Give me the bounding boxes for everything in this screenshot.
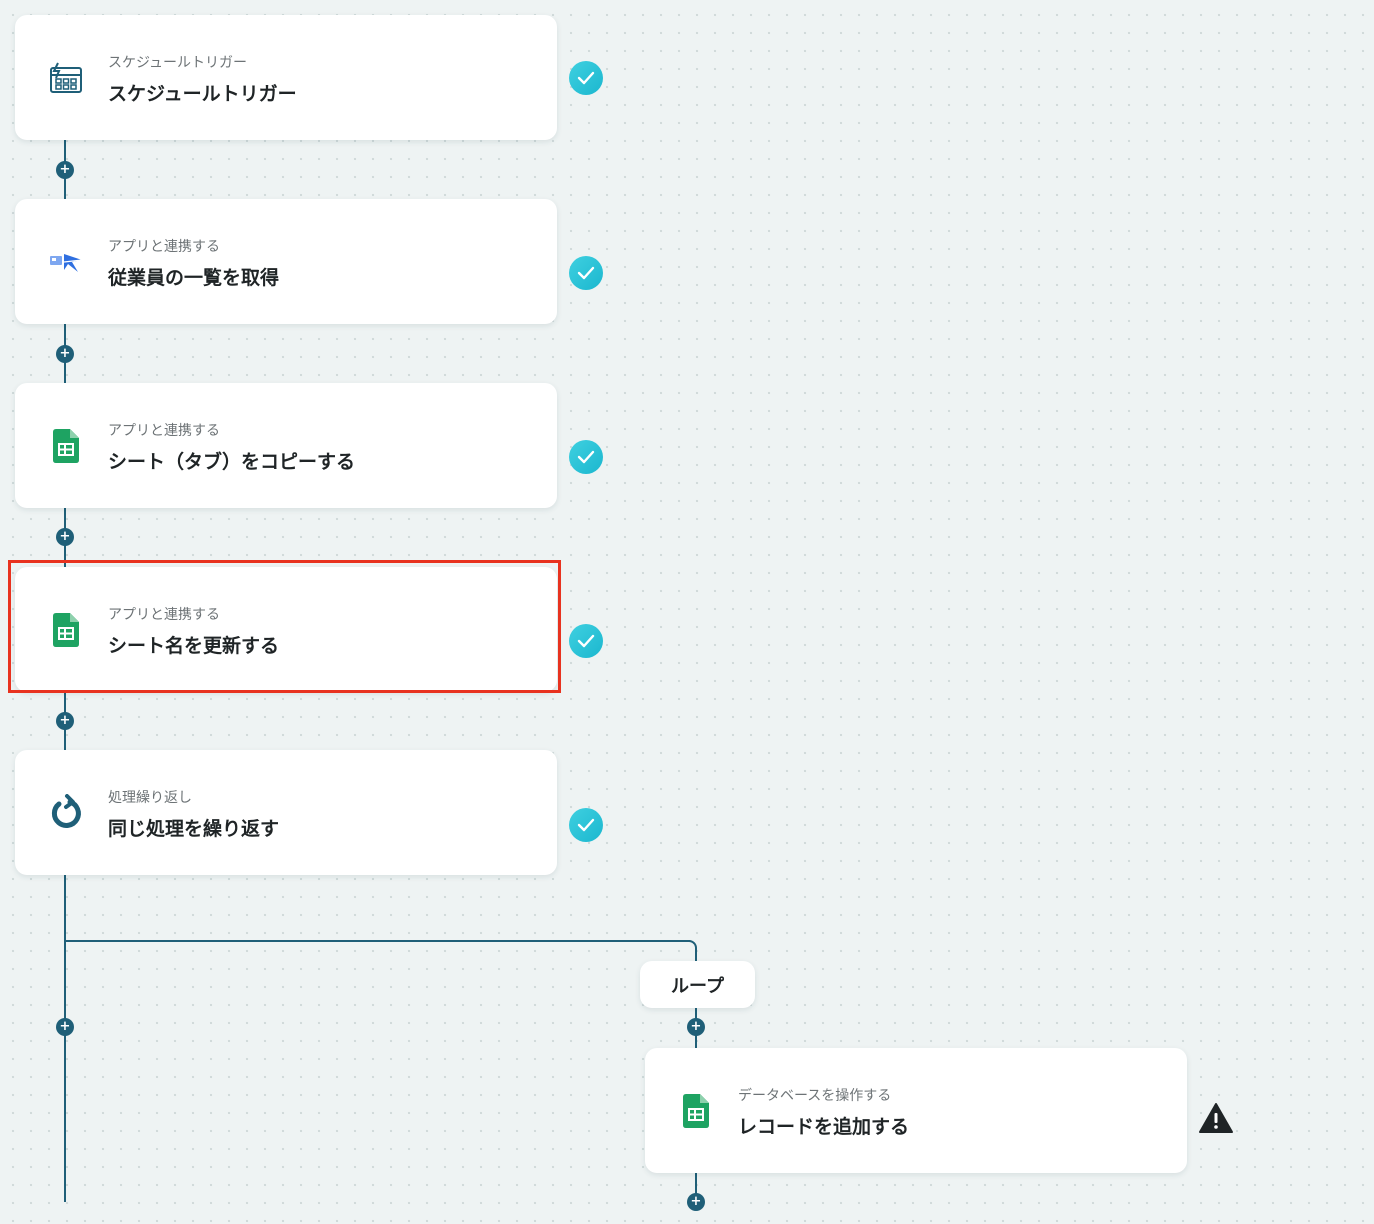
step-card-copy-sheet[interactable]: アプリと連携する シート（タブ）をコピーする: [15, 383, 557, 508]
loop-label: ループ: [640, 961, 755, 1008]
check-icon: [569, 624, 603, 658]
step-subtitle: アプリと連携する: [108, 423, 220, 439]
step-title: 同じ処理を繰り返す: [108, 818, 280, 840]
add-step-button[interactable]: +: [56, 1018, 74, 1036]
add-step-button[interactable]: +: [56, 528, 74, 546]
google-sheets-icon: [47, 611, 85, 649]
step-title: レコードを追加する: [738, 1116, 910, 1138]
schedule-calendar-icon: [47, 59, 85, 97]
step-subtitle: アプリと連携する: [108, 239, 220, 255]
google-sheets-icon: [677, 1092, 715, 1130]
step-card-loop[interactable]: 処理繰り返し 同じ処理を繰り返す: [15, 750, 557, 875]
add-step-button[interactable]: +: [56, 161, 74, 179]
check-icon: [569, 808, 603, 842]
step-subtitle: 処理繰り返し: [108, 790, 192, 806]
warning-icon: [1198, 1102, 1234, 1134]
loop-arrow-icon: [47, 794, 85, 832]
step-title: 従業員の一覧を取得: [108, 267, 280, 289]
step-title: スケジュールトリガー: [108, 83, 297, 105]
step-card-rename-sheet[interactable]: アプリと連携する シート名を更新する: [15, 567, 557, 692]
step-title: シート（タブ）をコピーする: [108, 451, 356, 473]
branch-horizontal-line: [64, 940, 690, 942]
add-step-button[interactable]: +: [56, 345, 74, 363]
step-card-schedule-trigger[interactable]: スケジュールトリガー スケジュールトリガー: [15, 15, 557, 140]
hr-app-icon: [47, 243, 85, 281]
check-icon: [569, 256, 603, 290]
step-title: シート名を更新する: [108, 635, 280, 657]
step-card-get-employees[interactable]: アプリと連携する 従業員の一覧を取得: [15, 199, 557, 324]
step-subtitle: スケジュールトリガー: [108, 55, 248, 71]
step-subtitle: アプリと連携する: [108, 607, 220, 623]
check-icon: [569, 440, 603, 474]
check-icon: [569, 61, 603, 95]
add-loop-step-button[interactable]: +: [687, 1193, 705, 1211]
step-card-add-record[interactable]: データベースを操作する レコードを追加する: [645, 1048, 1187, 1173]
google-sheets-icon: [47, 427, 85, 465]
add-loop-step-button[interactable]: +: [687, 1018, 705, 1036]
add-step-button[interactable]: +: [56, 712, 74, 730]
step-subtitle: データベースを操作する: [738, 1088, 892, 1104]
